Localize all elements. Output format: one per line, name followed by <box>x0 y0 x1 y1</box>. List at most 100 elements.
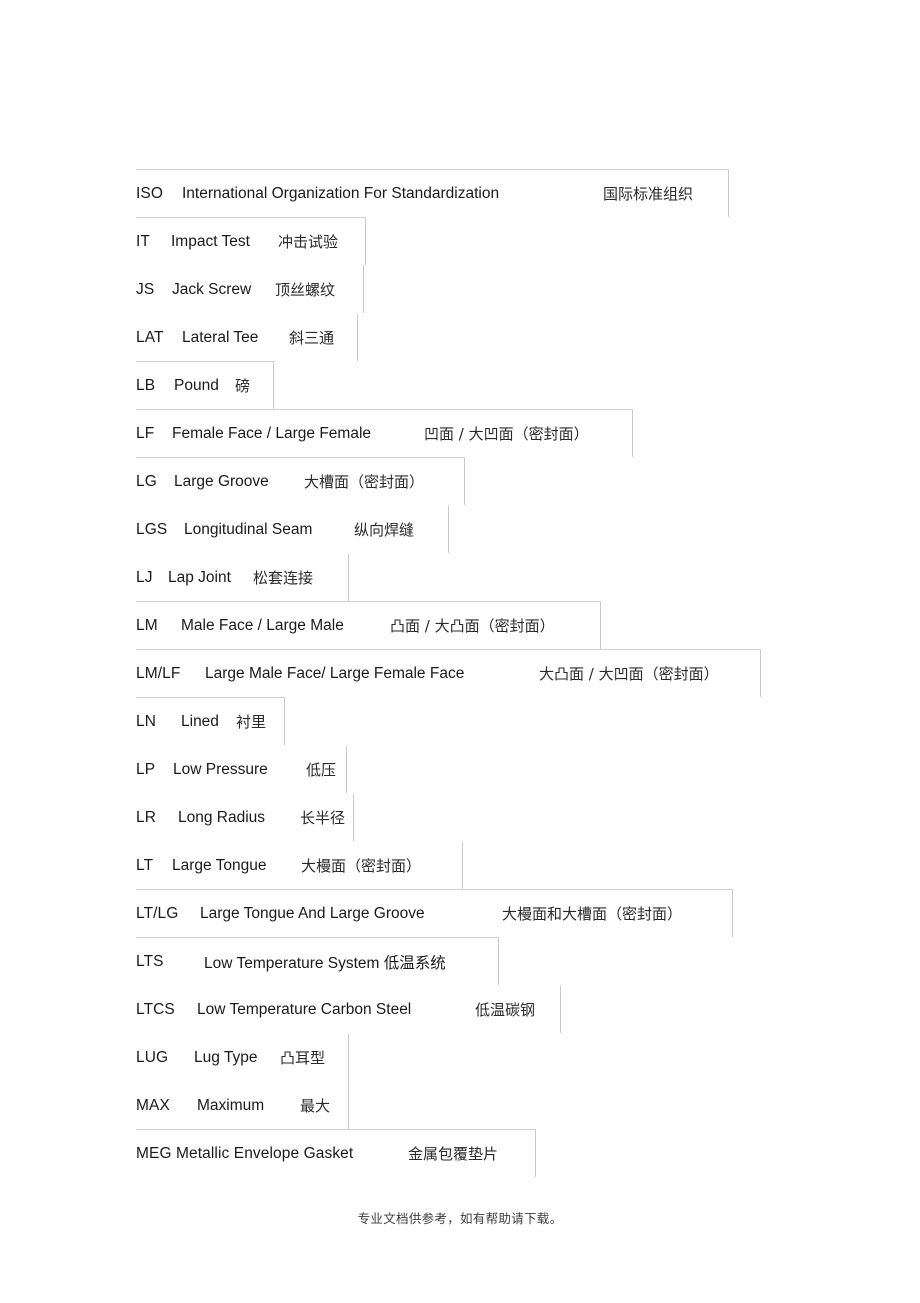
abbreviation-english-term: Low Temperature Carbon Steel <box>197 1000 412 1018</box>
abbreviation-code: LM/LF <box>136 664 181 682</box>
table-row: ISO International Organization For Standa… <box>136 169 786 217</box>
glossary-cell: MEG Metallic Envelope Gasket 金属包覆垫片 <box>136 1129 536 1177</box>
abbreviation-chinese-term: 大槾面和大槽面（密封面） <box>502 905 683 923</box>
table-row: MEG Metallic Envelope Gasket 金属包覆垫片 <box>136 1129 786 1177</box>
abbreviation-chinese-term: 磅 <box>235 377 251 395</box>
table-row: LGS Longitudinal Seam 纵向焊缝 <box>136 505 786 553</box>
abbreviation-chinese-term: 松套连接 <box>253 569 314 587</box>
abbreviation-code: LP <box>136 760 156 778</box>
abbreviation-english-term: Female Face / Large Female <box>172 424 372 442</box>
abbreviation-chinese-term: 冲击试验 <box>278 233 339 251</box>
abbreviation-code: IT <box>136 232 150 250</box>
abbreviation-code: LGS <box>136 520 168 538</box>
abbreviation-code: LG <box>136 472 157 490</box>
abbreviation-english-term: Male Face / Large Male <box>181 616 344 634</box>
abbreviation-chinese-term: 大槽面（密封面） <box>304 473 425 491</box>
glossary-cell: LT/LG Large Tongue And Large Groove 大槾面和大槽… <box>136 889 733 937</box>
table-row: LB Pound 磅 <box>136 361 786 409</box>
abbreviation-chinese-term: 衬里 <box>236 713 267 731</box>
abbreviation-code: LTCS <box>136 1000 175 1018</box>
glossary-cell: JS Jack Screw 顶丝螺纹 <box>136 265 364 313</box>
glossary-cell: LTCS Low Temperature Carbon Steel 低温碳钢 <box>136 985 561 1033</box>
table-row: LT Large Tongue 大槾面（密封面） <box>136 841 786 889</box>
abbreviation-english-term: Pound <box>174 376 219 394</box>
table-row: LT/LG Large Tongue And Large Groove 大槾面和大槽… <box>136 889 786 937</box>
abbreviation-code: LJ <box>136 568 153 586</box>
glossary-cell: ISO International Organization For Standa… <box>136 169 729 217</box>
abbreviation-chinese-term: 凸耳型 <box>280 1049 326 1067</box>
abbreviation-english-term: Maximum <box>197 1096 265 1114</box>
abbreviation-chinese-term: 低压 <box>306 761 337 779</box>
abbreviation-glossary-table: ISO International Organization For Standa… <box>136 169 786 1177</box>
abbreviation-code: MEG Metallic Envelope Gasket <box>136 1144 354 1162</box>
abbreviation-english-term: Long Radius <box>178 808 266 826</box>
abbreviation-chinese-term: 最大 <box>300 1097 331 1115</box>
table-row: MAX Maximum 最大 <box>136 1081 786 1129</box>
abbreviation-english-term: Large Male Face/ Large Female Face <box>205 664 465 682</box>
abbreviation-chinese-term: 纵向焊缝 <box>354 521 415 539</box>
abbreviation-chinese-term: 凹面 / 大凹面（密封面） <box>424 425 589 443</box>
table-row: LM/LF Large Male Face/ Large Female Face 大… <box>136 649 786 697</box>
glossary-cell: LAT Lateral Tee 斜三通 <box>136 313 358 361</box>
glossary-cell: LJ Lap Joint 松套连接 <box>136 553 349 601</box>
glossary-cell: MAX Maximum 最大 <box>136 1081 349 1129</box>
abbreviation-code: ISO <box>136 184 164 202</box>
abbreviation-english-term: Jack Screw <box>172 280 252 298</box>
glossary-cell: LN Lined 衬里 <box>136 697 285 745</box>
abbreviation-chinese-term: 长半径 <box>300 809 346 827</box>
glossary-cell: LG Large Groove 大槽面（密封面） <box>136 457 465 505</box>
glossary-cell: LTS Low Temperature System 低温系统 <box>136 937 499 985</box>
abbreviation-code: LN <box>136 712 157 730</box>
abbreviation-code: LUG <box>136 1048 169 1066</box>
document-page: ISO International Organization For Standa… <box>0 0 920 1303</box>
table-row: LTS Low Temperature System 低温系统 <box>136 937 786 985</box>
abbreviation-english-term: Longitudinal Seam <box>184 520 313 538</box>
glossary-cell: LR Long Radius 长半径 <box>136 793 354 841</box>
glossary-cell: IT Impact Test 冲击试验 <box>136 217 366 265</box>
abbreviation-english-term: Impact Test <box>171 232 250 250</box>
abbreviation-english-term: Low Pressure <box>173 760 268 778</box>
glossary-cell: LT Large Tongue 大槾面（密封面） <box>136 841 463 889</box>
table-row: JS Jack Screw 顶丝螺纹 <box>136 265 786 313</box>
abbreviation-code: LT <box>136 856 154 874</box>
abbreviation-code: LT/LG <box>136 904 179 922</box>
abbreviation-chinese-term: 金属包覆垫片 <box>408 1145 499 1163</box>
table-row: LF Female Face / Large Female 凹面 / 大凹面（密封面… <box>136 409 786 457</box>
abbreviation-code: MAX <box>136 1096 170 1114</box>
glossary-cell: LGS Longitudinal Seam 纵向焊缝 <box>136 505 449 553</box>
abbreviation-code: LAT <box>136 328 164 346</box>
table-row: LP Low Pressure 低压 <box>136 745 786 793</box>
abbreviation-english-term: Lug Type <box>194 1048 258 1066</box>
glossary-cell: LM/LF Large Male Face/ Large Female Face 大… <box>136 649 761 697</box>
footer-note: 专业文档供参考，如有帮助请下载。 <box>357 1211 563 1226</box>
abbreviation-english-term: Lap Joint <box>168 568 231 586</box>
abbreviation-code: LTS <box>136 952 164 970</box>
abbreviation-chinese-term: 斜三通 <box>289 329 335 347</box>
glossary-cell: LF Female Face / Large Female 凹面 / 大凹面（密封面… <box>136 409 633 457</box>
table-row: IT Impact Test 冲击试验 <box>136 217 786 265</box>
glossary-cell: LUG Lug Type 凸耳型 <box>136 1033 349 1081</box>
glossary-cell: LB Pound 磅 <box>136 361 274 409</box>
glossary-cell: LP Low Pressure 低压 <box>136 745 347 793</box>
abbreviation-english-term: Lined <box>181 712 219 730</box>
table-row: LUG Lug Type 凸耳型 <box>136 1033 786 1081</box>
abbreviation-chinese-term: 国际标准组织 <box>603 185 694 203</box>
abbreviation-code: LR <box>136 808 157 826</box>
abbreviation-chinese-term: 大凸面 / 大凹面（密封面） <box>539 665 719 683</box>
abbreviation-code: LF <box>136 424 155 442</box>
abbreviation-english-term: Lateral Tee <box>182 328 259 346</box>
abbreviation-chinese-term: 凸面 / 大凸面（密封面） <box>390 617 555 635</box>
abbreviation-english-term: Large Groove <box>174 472 269 490</box>
table-row: LG Large Groove 大槽面（密封面） <box>136 457 786 505</box>
table-row: LAT Lateral Tee 斜三通 <box>136 313 786 361</box>
abbreviation-english-term: Low Temperature System 低温系统 <box>204 954 446 972</box>
abbreviation-code: LB <box>136 376 156 394</box>
table-row: LN Lined 衬里 <box>136 697 786 745</box>
glossary-cell: LM Male Face / Large Male 凸面 / 大凸面（密封面） <box>136 601 601 649</box>
table-row: LJ Lap Joint 松套连接 <box>136 553 786 601</box>
abbreviation-chinese-term: 顶丝螺纹 <box>275 281 336 299</box>
table-row: LM Male Face / Large Male 凸面 / 大凸面（密封面） <box>136 601 786 649</box>
abbreviation-chinese-term: 大槾面（密封面） <box>301 857 422 875</box>
abbreviation-english-term: International Organization For Standardi… <box>182 184 500 202</box>
table-row: LR Long Radius 长半径 <box>136 793 786 841</box>
